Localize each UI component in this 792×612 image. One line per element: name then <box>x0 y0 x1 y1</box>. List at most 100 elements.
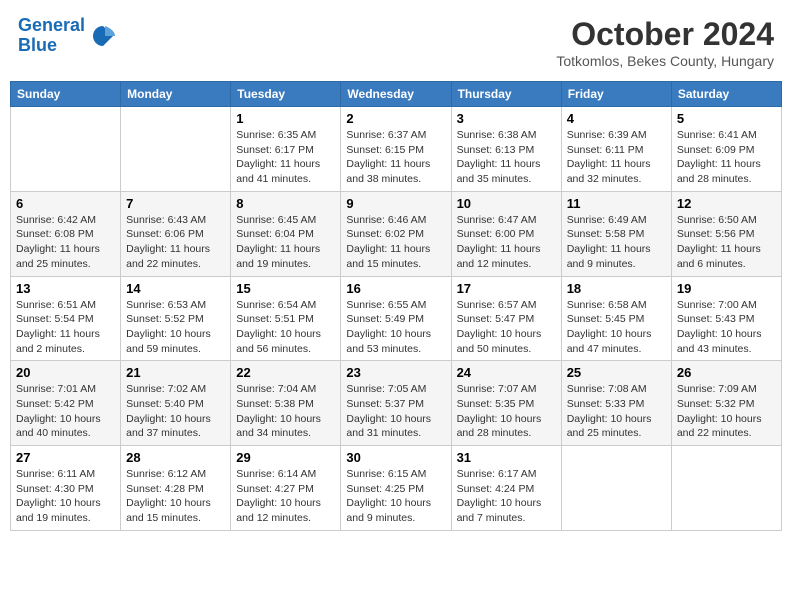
weekday-header-row: SundayMondayTuesdayWednesdayThursdayFrid… <box>11 82 782 107</box>
day-info: Sunrise: 6:14 AM Sunset: 4:27 PM Dayligh… <box>236 467 335 526</box>
calendar-day-cell: 14Sunrise: 6:53 AM Sunset: 5:52 PM Dayli… <box>121 276 231 361</box>
calendar-day-cell: 12Sunrise: 6:50 AM Sunset: 5:56 PM Dayli… <box>671 191 781 276</box>
day-info: Sunrise: 6:49 AM Sunset: 5:58 PM Dayligh… <box>567 213 666 272</box>
calendar-week-row: 1Sunrise: 6:35 AM Sunset: 6:17 PM Daylig… <box>11 107 782 192</box>
calendar-day-cell: 22 Sunrise: 7:04 AM Sunset: 5:38 PM Dayli… <box>231 361 341 446</box>
day-info: Sunrise: 6:42 AM Sunset: 6:08 PM Dayligh… <box>16 213 115 272</box>
day-number: 12 <box>677 196 776 211</box>
day-info: Sunrise: 7:02 AM Sunset: 5:40 PM Dayligh… <box>126 382 225 441</box>
day-number: 7 <box>126 196 225 211</box>
day-number: 6 <box>16 196 115 211</box>
day-number: 21 <box>126 365 225 380</box>
day-number: 18 <box>567 281 666 296</box>
day-number: 15 <box>236 281 335 296</box>
calendar-week-row: 6 Sunrise: 6:42 AM Sunset: 6:08 PM Daylig… <box>11 191 782 276</box>
day-info: Sunrise: 6:43 AM Sunset: 6:06 PM Dayligh… <box>126 213 225 272</box>
calendar-day-cell: 24 Sunrise: 7:07 AM Sunset: 5:35 PM Dayli… <box>451 361 561 446</box>
calendar-day-cell: 6 Sunrise: 6:42 AM Sunset: 6:08 PM Daylig… <box>11 191 121 276</box>
day-info: Sunrise: 6:38 AM Sunset: 6:13 PM Dayligh… <box>457 128 556 187</box>
calendar-day-cell: 20 Sunrise: 7:01 AM Sunset: 5:42 PM Dayli… <box>11 361 121 446</box>
calendar-day-cell: 28 Sunrise: 6:12 AM Sunset: 4:28 PM Dayli… <box>121 446 231 531</box>
day-number: 23 <box>346 365 445 380</box>
calendar-day-cell: 17 Sunrise: 6:57 AM Sunset: 5:47 PM Dayli… <box>451 276 561 361</box>
day-number: 3 <box>457 111 556 126</box>
calendar-day-cell: 26 Sunrise: 7:09 AM Sunset: 5:32 PM Dayli… <box>671 361 781 446</box>
day-info: Sunrise: 7:00 AM Sunset: 5:43 PM Dayligh… <box>677 298 776 357</box>
calendar-day-cell: 11 Sunrise: 6:49 AM Sunset: 5:58 PM Dayli… <box>561 191 671 276</box>
weekday-header-cell: Sunday <box>11 82 121 107</box>
day-info: Sunrise: 6:45 AM Sunset: 6:04 PM Dayligh… <box>236 213 335 272</box>
day-info: Sunrise: 6:35 AM Sunset: 6:17 PM Dayligh… <box>236 128 335 187</box>
day-number: 27 <box>16 450 115 465</box>
page-header: General Blue October 2024 Totkomlos, Bek… <box>10 10 782 75</box>
day-number: 5 <box>677 111 776 126</box>
day-info: Sunrise: 6:53 AM Sunset: 5:52 PM Dayligh… <box>126 298 225 357</box>
calendar-day-cell: 2Sunrise: 6:37 AM Sunset: 6:15 PM Daylig… <box>341 107 451 192</box>
calendar-day-cell: 8 Sunrise: 6:45 AM Sunset: 6:04 PM Daylig… <box>231 191 341 276</box>
weekday-header-cell: Saturday <box>671 82 781 107</box>
day-info: Sunrise: 6:41 AM Sunset: 6:09 PM Dayligh… <box>677 128 776 187</box>
day-number: 8 <box>236 196 335 211</box>
day-info: Sunrise: 6:15 AM Sunset: 4:25 PM Dayligh… <box>346 467 445 526</box>
day-number: 22 <box>236 365 335 380</box>
weekday-header-cell: Thursday <box>451 82 561 107</box>
logo-icon <box>89 22 117 50</box>
day-number: 24 <box>457 365 556 380</box>
day-info: Sunrise: 7:01 AM Sunset: 5:42 PM Dayligh… <box>16 382 115 441</box>
calendar-table: SundayMondayTuesdayWednesdayThursdayFrid… <box>10 81 782 531</box>
day-info: Sunrise: 6:39 AM Sunset: 6:11 PM Dayligh… <box>567 128 666 187</box>
day-number: 17 <box>457 281 556 296</box>
calendar-day-cell: 27 Sunrise: 6:11 AM Sunset: 4:30 PM Dayli… <box>11 446 121 531</box>
day-number: 11 <box>567 196 666 211</box>
day-info: Sunrise: 7:07 AM Sunset: 5:35 PM Dayligh… <box>457 382 556 441</box>
calendar-day-cell <box>561 446 671 531</box>
day-number: 4 <box>567 111 666 126</box>
day-number: 31 <box>457 450 556 465</box>
day-info: Sunrise: 6:58 AM Sunset: 5:45 PM Dayligh… <box>567 298 666 357</box>
weekday-header-cell: Friday <box>561 82 671 107</box>
calendar-day-cell: 7 Sunrise: 6:43 AM Sunset: 6:06 PM Daylig… <box>121 191 231 276</box>
logo-text: General Blue <box>18 16 85 56</box>
day-number: 29 <box>236 450 335 465</box>
day-info: Sunrise: 6:57 AM Sunset: 5:47 PM Dayligh… <box>457 298 556 357</box>
calendar-day-cell: 21 Sunrise: 7:02 AM Sunset: 5:40 PM Dayli… <box>121 361 231 446</box>
day-number: 20 <box>16 365 115 380</box>
day-number: 25 <box>567 365 666 380</box>
calendar-day-cell: 19 Sunrise: 7:00 AM Sunset: 5:43 PM Dayli… <box>671 276 781 361</box>
day-info: Sunrise: 6:54 AM Sunset: 5:51 PM Dayligh… <box>236 298 335 357</box>
logo: General Blue <box>18 16 117 56</box>
calendar-day-cell <box>121 107 231 192</box>
calendar-day-cell: 9 Sunrise: 6:46 AM Sunset: 6:02 PM Daylig… <box>341 191 451 276</box>
calendar-day-cell <box>11 107 121 192</box>
calendar-day-cell: 13Sunrise: 6:51 AM Sunset: 5:54 PM Dayli… <box>11 276 121 361</box>
day-number: 28 <box>126 450 225 465</box>
day-number: 19 <box>677 281 776 296</box>
calendar-day-cell: 18 Sunrise: 6:58 AM Sunset: 5:45 PM Dayli… <box>561 276 671 361</box>
calendar-week-row: 13Sunrise: 6:51 AM Sunset: 5:54 PM Dayli… <box>11 276 782 361</box>
calendar-body: 1Sunrise: 6:35 AM Sunset: 6:17 PM Daylig… <box>11 107 782 531</box>
day-number: 9 <box>346 196 445 211</box>
day-info: Sunrise: 6:46 AM Sunset: 6:02 PM Dayligh… <box>346 213 445 272</box>
weekday-header-cell: Tuesday <box>231 82 341 107</box>
day-number: 10 <box>457 196 556 211</box>
calendar-day-cell <box>671 446 781 531</box>
calendar-day-cell: 10 Sunrise: 6:47 AM Sunset: 6:00 PM Dayli… <box>451 191 561 276</box>
day-info: Sunrise: 6:47 AM Sunset: 6:00 PM Dayligh… <box>457 213 556 272</box>
day-info: Sunrise: 7:04 AM Sunset: 5:38 PM Dayligh… <box>236 382 335 441</box>
calendar-week-row: 20 Sunrise: 7:01 AM Sunset: 5:42 PM Dayli… <box>11 361 782 446</box>
day-number: 26 <box>677 365 776 380</box>
day-info: Sunrise: 6:17 AM Sunset: 4:24 PM Dayligh… <box>457 467 556 526</box>
calendar-day-cell: 3 Sunrise: 6:38 AM Sunset: 6:13 PM Daylig… <box>451 107 561 192</box>
day-info: Sunrise: 6:11 AM Sunset: 4:30 PM Dayligh… <box>16 467 115 526</box>
day-info: Sunrise: 6:55 AM Sunset: 5:49 PM Dayligh… <box>346 298 445 357</box>
calendar-day-cell: 31 Sunrise: 6:17 AM Sunset: 4:24 PM Dayli… <box>451 446 561 531</box>
day-info: Sunrise: 6:37 AM Sunset: 6:15 PM Dayligh… <box>346 128 445 187</box>
day-info: Sunrise: 6:12 AM Sunset: 4:28 PM Dayligh… <box>126 467 225 526</box>
calendar-day-cell: 1Sunrise: 6:35 AM Sunset: 6:17 PM Daylig… <box>231 107 341 192</box>
day-info: Sunrise: 7:09 AM Sunset: 5:32 PM Dayligh… <box>677 382 776 441</box>
calendar-day-cell: 30Sunrise: 6:15 AM Sunset: 4:25 PM Dayli… <box>341 446 451 531</box>
calendar-day-cell: 16Sunrise: 6:55 AM Sunset: 5:49 PM Dayli… <box>341 276 451 361</box>
month-title: October 2024 <box>556 16 774 53</box>
title-block: October 2024 Totkomlos, Bekes County, Hu… <box>556 16 774 69</box>
calendar-day-cell: 4 Sunrise: 6:39 AM Sunset: 6:11 PM Daylig… <box>561 107 671 192</box>
